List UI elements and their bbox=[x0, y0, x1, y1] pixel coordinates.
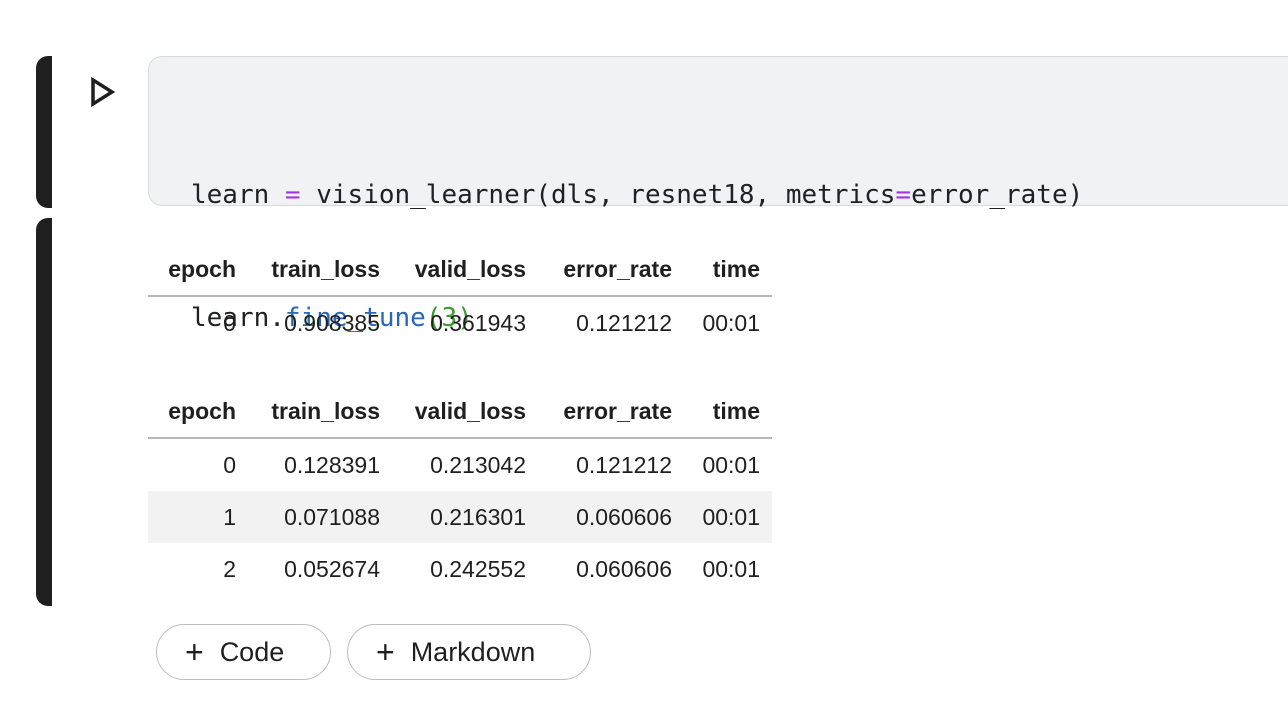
cell-epoch: 2 bbox=[223, 555, 236, 582]
output-cell-focus-bar bbox=[36, 218, 52, 606]
code-token: vision_learner(dls, resnet18, metrics bbox=[300, 180, 896, 210]
table-header-row: epoch train_loss valid_loss error_rate t… bbox=[148, 385, 772, 439]
plus-icon: + bbox=[185, 634, 204, 670]
code-cell-focus-bar bbox=[36, 56, 52, 208]
column-header-time: time bbox=[684, 243, 772, 297]
table-row: 2 0.052674 0.242552 0.060606 00:01 bbox=[148, 543, 772, 595]
column-header-error-rate: error_rate bbox=[538, 243, 684, 297]
column-header-train-loss: train_loss bbox=[248, 385, 392, 439]
cell-epoch: 0 bbox=[223, 309, 236, 336]
notebook-page: learn = vision_learner(dls, resnet18, me… bbox=[0, 0, 1288, 702]
cell-train-loss: 0.128391 bbox=[284, 451, 380, 478]
column-header-valid-loss: valid_loss bbox=[392, 243, 538, 297]
cell-train-loss: 0.071088 bbox=[248, 491, 392, 543]
column-header-epoch: epoch bbox=[148, 243, 248, 297]
cell-error-rate: 0.060606 bbox=[538, 491, 684, 543]
training-results-table-1: epoch train_loss valid_loss error_rate t… bbox=[148, 243, 772, 349]
cell-train-loss: 0.052674 bbox=[284, 555, 380, 582]
cell-valid-loss: 0.361943 bbox=[430, 309, 526, 336]
table-header-row: epoch train_loss valid_loss error_rate t… bbox=[148, 243, 772, 297]
column-header-time: time bbox=[684, 385, 772, 439]
column-header-error-rate: error_rate bbox=[538, 385, 684, 439]
add-code-cell-button[interactable]: + Code bbox=[156, 624, 331, 680]
cell-epoch: 0 bbox=[223, 451, 236, 478]
cell-time: 00:01 bbox=[702, 555, 760, 582]
table-row: 0 0.908385 0.361943 0.121212 00:01 bbox=[148, 296, 772, 349]
table-row: 1 0.071088 0.216301 0.060606 00:01 bbox=[148, 491, 772, 543]
cell-valid-loss: 0.242552 bbox=[430, 555, 526, 582]
code-line-1: learn = vision_learner(dls, resnet18, me… bbox=[191, 175, 1083, 216]
column-header-epoch: epoch bbox=[148, 385, 248, 439]
training-results-table-2: epoch train_loss valid_loss error_rate t… bbox=[148, 385, 772, 595]
plus-icon: + bbox=[376, 634, 395, 670]
code-editor[interactable]: learn = vision_learner(dls, resnet18, me… bbox=[148, 56, 1288, 333]
cell-error-rate: 0.121212 bbox=[576, 451, 672, 478]
play-icon bbox=[91, 76, 116, 108]
cell-time: 00:01 bbox=[684, 491, 772, 543]
cell-valid-loss: 0.213042 bbox=[430, 451, 526, 478]
cell-time: 00:01 bbox=[702, 309, 760, 336]
cell-error-rate: 0.121212 bbox=[576, 309, 672, 336]
cell-time: 00:01 bbox=[702, 451, 760, 478]
cell-train-loss: 0.908385 bbox=[284, 309, 380, 336]
column-header-train-loss: train_loss bbox=[248, 243, 392, 297]
code-token-operator: = bbox=[895, 180, 912, 210]
add-code-label: Code bbox=[219, 636, 285, 667]
code-token: error_rate) bbox=[911, 180, 1084, 210]
add-markdown-label: Markdown bbox=[410, 636, 536, 667]
code-token: learn bbox=[191, 180, 285, 210]
code-token-operator: = bbox=[284, 180, 301, 210]
cell-valid-loss: 0.216301 bbox=[392, 491, 538, 543]
column-header-valid-loss: valid_loss bbox=[392, 385, 538, 439]
table-row: 0 0.128391 0.213042 0.121212 00:01 bbox=[148, 438, 772, 491]
cell-epoch: 1 bbox=[148, 491, 248, 543]
add-markdown-cell-button[interactable]: + Markdown bbox=[347, 624, 591, 680]
run-cell-button[interactable] bbox=[88, 76, 118, 108]
cell-error-rate: 0.060606 bbox=[576, 555, 672, 582]
